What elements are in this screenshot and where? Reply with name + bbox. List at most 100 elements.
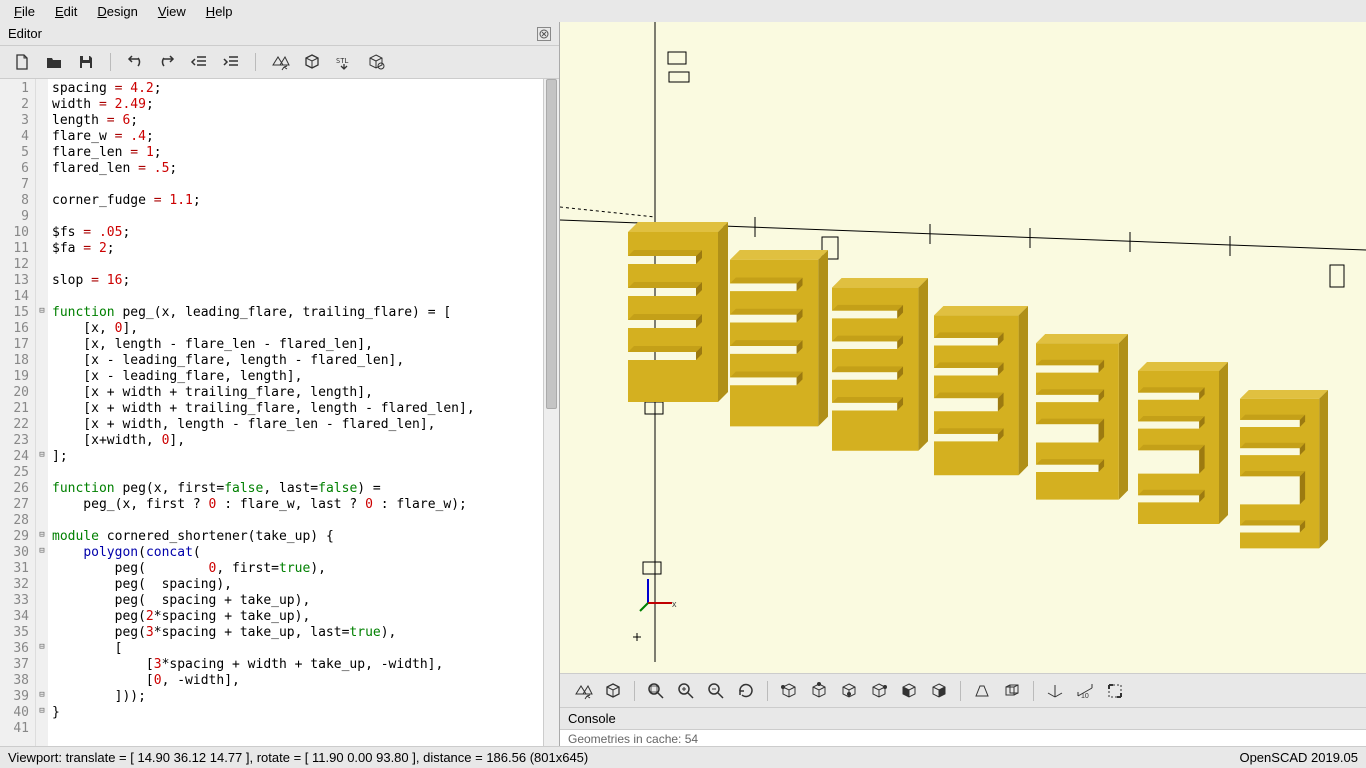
new-file-button[interactable]	[10, 52, 34, 72]
view-top-button[interactable]	[806, 679, 832, 703]
export-stl-button[interactable]: STL	[332, 52, 356, 72]
line-number: 13	[4, 273, 29, 289]
perspective-button[interactable]	[969, 679, 995, 703]
code-line[interactable]: [x - leading_flare, length - flared_len]…	[52, 353, 539, 369]
code-editor[interactable]: 1234567891011121314151617181920212223242…	[0, 79, 559, 746]
code-line[interactable]: [x + width + trailing_flare, length - fl…	[52, 401, 539, 417]
orthographic-button[interactable]	[999, 679, 1025, 703]
code-line[interactable]: [	[52, 641, 539, 657]
fold-marker	[36, 335, 48, 351]
code-line[interactable]: peg(2*spacing + take_up),	[52, 609, 539, 625]
code-line[interactable]: [3*spacing + width + take_up, -width],	[52, 657, 539, 673]
save-file-button[interactable]	[74, 52, 98, 72]
fold-marker[interactable]: ⊟	[36, 303, 48, 319]
code-line[interactable]: [x, length - flare_len - flared_len],	[52, 337, 539, 353]
undo-button[interactable]	[123, 52, 147, 72]
open-file-icon	[45, 53, 63, 71]
console-output[interactable]: Geometries in cache: 54	[560, 730, 1366, 746]
code-line[interactable]: [x + width, length - flare_len - flared_…	[52, 417, 539, 433]
editor-scrollbar[interactable]	[543, 79, 559, 746]
fold-marker[interactable]: ⊟	[36, 703, 48, 719]
code-line[interactable]	[52, 177, 539, 193]
code-line[interactable]: function peg(x, first=false, last=false)…	[52, 481, 539, 497]
reset-view-button[interactable]	[733, 679, 759, 703]
preview-icon	[270, 53, 290, 71]
code-line[interactable]: corner_fudge = 1.1;	[52, 193, 539, 209]
fold-marker[interactable]: ⊟	[36, 543, 48, 559]
zoom-out-button[interactable]	[703, 679, 729, 703]
code-line[interactable]	[52, 289, 539, 305]
zoom-fit-button[interactable]	[643, 679, 669, 703]
code-line[interactable]: peg( 0, first=true),	[52, 561, 539, 577]
code-line[interactable]: function peg_(x, leading_flare, trailing…	[52, 305, 539, 321]
indent-button[interactable]	[219, 52, 243, 72]
code-line[interactable]: [x+width, 0],	[52, 433, 539, 449]
code-line[interactable]: width = 2.49;	[52, 97, 539, 113]
code-line[interactable]	[52, 209, 539, 225]
code-line[interactable]: [x + width + trailing_flare, length],	[52, 385, 539, 401]
code-line[interactable]: $fs = .05;	[52, 225, 539, 241]
line-number: 24	[4, 449, 29, 465]
code-line[interactable]: polygon(concat(	[52, 545, 539, 561]
code-line[interactable]	[52, 465, 539, 481]
view-all-button[interactable]	[1102, 679, 1128, 703]
code-line[interactable]: ]));	[52, 689, 539, 705]
axes-button[interactable]	[1042, 679, 1068, 703]
view-right-button[interactable]	[776, 679, 802, 703]
code-line[interactable]: flare_w = .4;	[52, 129, 539, 145]
editor-close-button[interactable]	[537, 27, 551, 41]
view-front-button[interactable]	[896, 679, 922, 703]
code-line[interactable]: flared_len = .5;	[52, 161, 539, 177]
code-line[interactable]: }	[52, 705, 539, 721]
fold-marker[interactable]: ⊟	[36, 639, 48, 655]
open-file-button[interactable]	[42, 52, 66, 72]
menu-help[interactable]: Help	[200, 2, 239, 21]
extras-button[interactable]	[364, 52, 388, 72]
orthographic-icon	[1003, 682, 1021, 700]
fold-marker[interactable]: ⊟	[36, 527, 48, 543]
view-back-icon	[930, 682, 948, 700]
fold-marker	[36, 207, 48, 223]
line-number: 30	[4, 545, 29, 561]
code-line[interactable]: peg_(x, first ? 0 : flare_w, last ? 0 : …	[52, 497, 539, 513]
code-line[interactable]: [x, 0],	[52, 321, 539, 337]
code-line[interactable]: [x - leading_flare, length],	[52, 369, 539, 385]
unindent-button[interactable]	[187, 52, 211, 72]
rendered-object	[1036, 334, 1130, 502]
code-line[interactable]: [0, -width],	[52, 673, 539, 689]
line-number: 39	[4, 689, 29, 705]
menu-file[interactable]: File	[8, 2, 41, 21]
code-line[interactable]: ];	[52, 449, 539, 465]
code-line[interactable]: $fa = 2;	[52, 241, 539, 257]
zoom-in-button[interactable]	[673, 679, 699, 703]
fold-marker[interactable]: ⊟	[36, 447, 48, 463]
line-number: 40	[4, 705, 29, 721]
preview-button[interactable]	[268, 52, 292, 72]
code-line[interactable]: spacing = 4.2;	[52, 81, 539, 97]
render-button[interactable]	[300, 52, 324, 72]
fold-marker	[36, 287, 48, 303]
view-back-button[interactable]	[926, 679, 952, 703]
fold-marker[interactable]: ⊟	[36, 687, 48, 703]
code-line[interactable]	[52, 513, 539, 529]
view-left-button[interactable]	[866, 679, 892, 703]
code-line[interactable]: length = 6;	[52, 113, 539, 129]
code-line[interactable]	[52, 257, 539, 273]
render-button[interactable]	[600, 679, 626, 703]
3d-viewport[interactable]: x	[560, 22, 1366, 673]
code-line[interactable]	[52, 721, 539, 737]
menu-view[interactable]: View	[152, 2, 192, 21]
code-line[interactable]: module cornered_shortener(take_up) {	[52, 529, 539, 545]
preview-button[interactable]	[570, 679, 596, 703]
menu-design[interactable]: Design	[91, 2, 143, 21]
view-front-icon	[900, 682, 918, 700]
menu-edit[interactable]: Edit	[49, 2, 83, 21]
code-line[interactable]: slop = 16;	[52, 273, 539, 289]
code-line[interactable]: peg( spacing),	[52, 577, 539, 593]
scale-marker-button[interactable]: 10	[1072, 679, 1098, 703]
code-line[interactable]: peg(3*spacing + take_up, last=true),	[52, 625, 539, 641]
view-bottom-button[interactable]	[836, 679, 862, 703]
code-line[interactable]: peg( spacing + take_up),	[52, 593, 539, 609]
code-line[interactable]: flare_len = 1;	[52, 145, 539, 161]
redo-button[interactable]	[155, 52, 179, 72]
